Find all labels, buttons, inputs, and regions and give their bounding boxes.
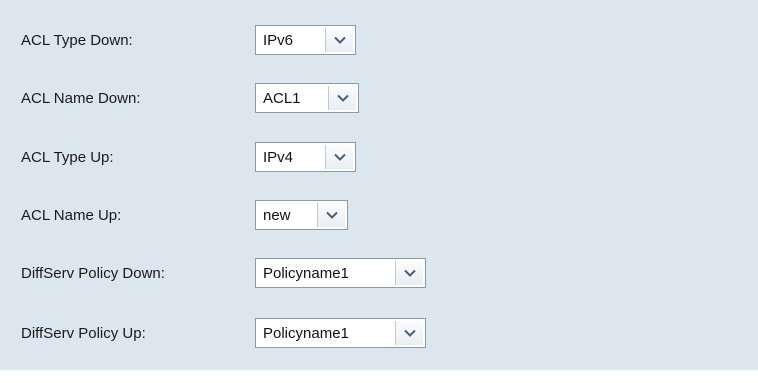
- acl-name-up-label: ACL Name Up:: [21, 207, 122, 224]
- acl-type-down-value: IPv6: [263, 31, 294, 49]
- chevron-down-icon[interactable]: [395, 261, 423, 285]
- acl-name-up-row: ACL Name Up: new: [0, 196, 758, 236]
- diffserv-policy-up-row: DiffServ Policy Up: Policyname1: [0, 314, 758, 354]
- diffserv-policy-up-value: Policyname1: [263, 324, 349, 342]
- chevron-down-icon[interactable]: [325, 145, 353, 169]
- acl-name-down-row: ACL Name Down: ACL1: [0, 79, 758, 119]
- acl-name-down-label: ACL Name Down:: [21, 90, 141, 107]
- acl-name-up-select[interactable]: new: [255, 200, 348, 230]
- acl-type-down-label: ACL Type Down:: [21, 32, 133, 49]
- chevron-down-icon[interactable]: [317, 203, 345, 227]
- acl-type-down-row: ACL Type Down: IPv6: [0, 21, 758, 61]
- settings-panel: ACL Type Down: IPv6 ACL Name Down: ACL1 …: [0, 0, 758, 370]
- chevron-down-icon[interactable]: [395, 321, 423, 345]
- acl-type-up-label: ACL Type Up:: [21, 149, 114, 166]
- diffserv-policy-down-value: Policyname1: [263, 264, 349, 282]
- acl-type-up-row: ACL Type Up: IPv4: [0, 138, 758, 178]
- diffserv-policy-down-select[interactable]: Policyname1: [255, 258, 426, 288]
- acl-name-down-value: ACL1: [263, 89, 301, 107]
- diffserv-policy-down-label: DiffServ Policy Down:: [21, 265, 165, 282]
- chevron-down-icon[interactable]: [325, 28, 353, 52]
- acl-name-up-value: new: [263, 206, 291, 224]
- diffserv-policy-down-row: DiffServ Policy Down: Policyname1: [0, 254, 758, 294]
- diffserv-policy-up-label: DiffServ Policy Up:: [21, 325, 146, 342]
- acl-type-up-select[interactable]: IPv4: [255, 142, 356, 172]
- diffserv-policy-up-select[interactable]: Policyname1: [255, 318, 426, 348]
- acl-type-down-select[interactable]: IPv6: [255, 25, 356, 55]
- acl-name-down-select[interactable]: ACL1: [255, 83, 359, 113]
- acl-type-up-value: IPv4: [263, 148, 294, 166]
- chevron-down-icon[interactable]: [328, 86, 356, 110]
